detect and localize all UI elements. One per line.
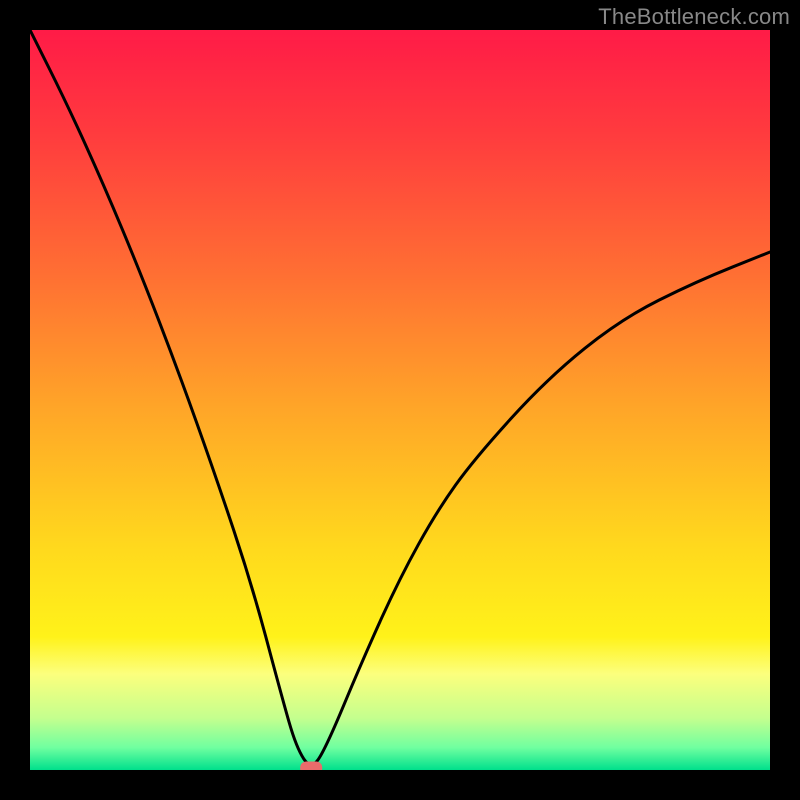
chart-outer: TheBottleneck.com xyxy=(0,0,800,800)
watermark-text: TheBottleneck.com xyxy=(598,4,790,30)
gradient-background xyxy=(30,30,770,770)
bottleneck-chart xyxy=(30,30,770,770)
optimum-marker xyxy=(300,762,322,771)
plot-area xyxy=(30,30,770,770)
